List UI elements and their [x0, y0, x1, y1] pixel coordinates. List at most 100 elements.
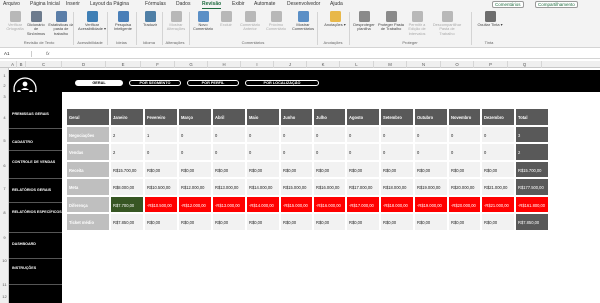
table-cell[interactable]: R$13.000,00 [212, 178, 246, 196]
ribbon-tab[interactable]: Layout da Página [90, 1, 129, 8]
ribbon-tab[interactable]: Fórmulas [145, 1, 166, 8]
table-cell[interactable]: R$0,00 [448, 160, 481, 178]
ribbon-button[interactable]: Estatísticas da pasta de trabalho [48, 11, 74, 36]
table-cell[interactable]: 0 [144, 143, 178, 161]
table-cell[interactable]: R$15.700,00 [110, 160, 144, 178]
table-cell[interactable]: R$12.000,00 [178, 178, 212, 196]
table-cell[interactable]: 2 [110, 125, 144, 143]
ribbon-button[interactable]: Mostrar Alterações [164, 11, 188, 32]
ribbon-tab[interactable]: Automate [254, 1, 275, 8]
table-cell[interactable]: R$0,00 [144, 160, 178, 178]
table-cell[interactable]: R$0,00 [280, 213, 313, 231]
table-cell[interactable]: -R$21.000,00 [481, 195, 515, 213]
nav-item[interactable]: CADASTRO [9, 140, 62, 144]
segment-tab[interactable]: POR PERFIL [187, 80, 239, 86]
table-cell[interactable]: 0 [212, 143, 246, 161]
segment-tab[interactable]: POR LOCALIZAÇÃO [245, 80, 319, 86]
row-header[interactable]: 11 [0, 282, 9, 287]
column-header[interactable]: Q [508, 61, 542, 68]
column-header[interactable]: E [106, 61, 141, 68]
table-cell[interactable]: R$19.000,00 [414, 178, 448, 196]
table-cell[interactable]: R$0,00 [313, 160, 346, 178]
ribbon-tab[interactable]: Arquivo [3, 1, 20, 8]
table-cell[interactable]: R$0,00 [178, 160, 212, 178]
table-cell[interactable]: 0 [313, 143, 346, 161]
table-cell[interactable]: -R$16.000,00 [313, 195, 346, 213]
table-cell[interactable]: R$0,00 [414, 213, 448, 231]
table-cell[interactable]: -R$10.500,00 [144, 195, 178, 213]
table-cell[interactable]: R$20.000,00 [448, 178, 481, 196]
ribbon-button[interactable]: Verificar Acessibilidade ▾ [77, 11, 107, 32]
ribbon-tab[interactable]: Revisão [202, 1, 222, 9]
column-header[interactable]: N [407, 61, 441, 68]
table-total-cell[interactable]: 2 [515, 143, 549, 161]
ribbon-tab[interactable]: Ajuda [330, 1, 343, 8]
table-total-cell[interactable]: R$177.500,00 [515, 178, 549, 196]
ribbon-button[interactable]: Dicionário de Sinônimos [26, 11, 46, 36]
table-cell[interactable]: -R$12.000,00 [178, 195, 212, 213]
table-cell[interactable]: -R$20.000,00 [448, 195, 481, 213]
table-total-cell[interactable]: R$7.850,00 [515, 213, 549, 231]
table-cell[interactable]: R$0,00 [448, 213, 481, 231]
table-cell[interactable]: R$0,00 [481, 213, 515, 231]
ribbon-button[interactable]: Novo Comentário [192, 11, 214, 32]
row-header[interactable]: 3 [0, 94, 9, 99]
table-cell[interactable]: 0 [346, 143, 380, 161]
worksheet[interactable]: GERAL POR SEGMENTO POR PERFIL POR LOCALIZAÇ… [9, 68, 600, 303]
ribbon-button[interactable]: Verificar Ortografia [6, 11, 24, 32]
table-cell[interactable]: R$0,00 [481, 160, 515, 178]
table-cell[interactable]: 0 [481, 143, 515, 161]
table-cell[interactable]: R$16.000,00 [313, 178, 346, 196]
column-header[interactable]: A [9, 61, 17, 68]
column-header[interactable]: D [62, 61, 106, 68]
table-cell[interactable]: 0 [280, 125, 313, 143]
table-cell[interactable]: R$0,00 [346, 160, 380, 178]
table-cell[interactable]: R$21.000,00 [481, 178, 515, 196]
row-header[interactable]: 5 [0, 138, 9, 143]
ribbon-button[interactable]: Traduzir [139, 11, 161, 27]
table-cell[interactable]: R$0,00 [246, 213, 280, 231]
row-header[interactable]: 7 [0, 186, 9, 191]
table-cell[interactable]: 0 [178, 125, 212, 143]
table-cell[interactable]: 0 [448, 125, 481, 143]
table-cell[interactable]: R$15.000,00 [280, 178, 313, 196]
column-header[interactable]: I [241, 61, 274, 68]
table-cell[interactable]: R$0,00 [280, 160, 313, 178]
table-cell[interactable]: R$0,00 [212, 213, 246, 231]
name-box[interactable]: A1 [2, 51, 32, 57]
row-header[interactable]: 12 [0, 294, 9, 299]
ribbon-button[interactable]: Comentário Anterior [238, 11, 262, 32]
nav-item[interactable]: CONTROLE DE VENDAS [9, 160, 62, 164]
column-header[interactable]: J [274, 61, 307, 68]
table-cell[interactable]: -R$19.000,00 [414, 195, 448, 213]
row-header[interactable]: 4 [0, 115, 9, 120]
table-cell[interactable]: R$0,00 [380, 213, 414, 231]
segment-tab[interactable]: POR SEGMENTO [129, 80, 181, 86]
table-cell[interactable]: 0 [346, 125, 380, 143]
ribbon-button[interactable]: Proteger Pasta de Trabalho [378, 11, 404, 32]
table-cell[interactable]: -R$17.000,00 [346, 195, 380, 213]
row-header[interactable]: 9 [0, 235, 9, 240]
comments-button[interactable]: Comentários [492, 1, 524, 8]
table-cell[interactable]: R$18.000,00 [380, 178, 414, 196]
row-header[interactable]: 6 [0, 163, 9, 168]
table-cell[interactable]: -R$15.000,00 [280, 195, 313, 213]
column-header[interactable]: M [374, 61, 407, 68]
ribbon-button[interactable]: Anotações ▾ [322, 11, 348, 27]
column-header[interactable]: P [474, 61, 508, 68]
row-header[interactable]: 2 [0, 83, 9, 88]
ribbon-tab[interactable]: Exibir [232, 1, 245, 8]
ribbon-tab[interactable]: Dados [176, 1, 190, 8]
ribbon-button[interactable]: Mostrar Comentários [290, 11, 316, 32]
column-header[interactable]: B [17, 61, 26, 68]
ribbon-tab[interactable]: Página Inicial [30, 1, 60, 8]
column-header[interactable]: K [307, 61, 340, 68]
table-cell[interactable]: 0 [212, 125, 246, 143]
table-cell[interactable]: R$0,00 [414, 160, 448, 178]
row-header[interactable]: 10 [0, 258, 9, 263]
row-header[interactable]: 8 [0, 210, 9, 215]
table-cell[interactable]: 0 [246, 125, 280, 143]
ribbon-button[interactable]: Pesquisa Inteligente [111, 11, 135, 32]
table-cell[interactable]: 1 [144, 125, 178, 143]
row-header[interactable]: 1 [0, 73, 9, 78]
